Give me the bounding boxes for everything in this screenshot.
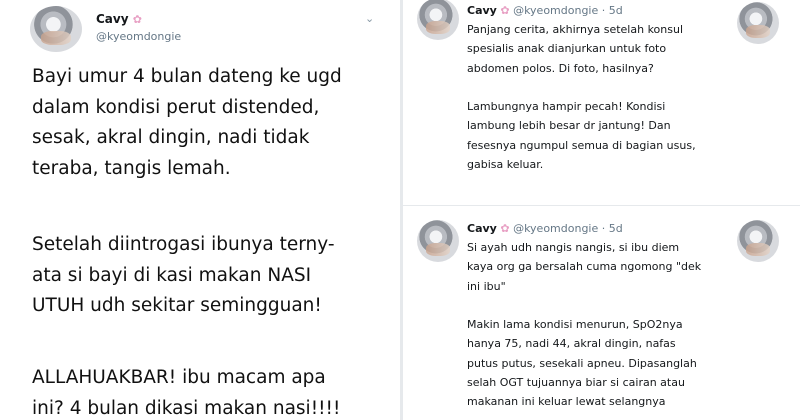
avatar-right[interactable]: [737, 220, 779, 262]
sakura-flower-icon: ✿: [500, 222, 510, 235]
tweet-separator: [403, 205, 800, 206]
user-name[interactable]: Cavy: [467, 4, 497, 17]
dot-separator: ·: [601, 4, 606, 17]
tweet-text-paragraph-1: Bayi umur 4 bulan dateng ke ugd dalam ko…: [32, 66, 342, 179]
user-name[interactable]: Cavy: [467, 222, 497, 235]
thread-tweet-1[interactable]: Cavy ✿ @kyeomdongie · 5d Panjang cerita,…: [403, 0, 800, 210]
user-handle[interactable]: @kyeomdongie: [96, 30, 181, 43]
avatar[interactable]: [417, 220, 459, 262]
dot-separator: ·: [601, 222, 606, 235]
right-thread-panel: Cavy ✿ @kyeomdongie · 5d Panjang cerita,…: [403, 0, 800, 420]
tweet-text: Panjang cerita, akhirnya setelah konsul …: [467, 23, 696, 172]
sakura-flower-icon: ✿: [132, 13, 142, 26]
tweet-text: Si ayah udh nangis nangis, si ibu diem k…: [467, 241, 702, 409]
avatar-right[interactable]: [737, 2, 779, 44]
tweet-text-paragraph-3: ALLAHUAKBAR! ibu macam apa ini? 4 bulan …: [32, 367, 341, 419]
tweet-age[interactable]: 5d: [609, 4, 623, 17]
left-tweet-panel: Cavy ✿ @kyeomdongie ⌄ Bayi umur 4 bulan …: [0, 0, 400, 420]
tweet-header: Cavy ✿ @kyeomdongie · 5d: [467, 4, 623, 17]
user-name[interactable]: Cavy ✿: [96, 12, 142, 26]
sakura-flower-icon: ✿: [500, 4, 510, 17]
thread-tweet-2[interactable]: Cavy ✿ @kyeomdongie · 5d Si ayah udh nan…: [403, 216, 800, 420]
avatar[interactable]: [417, 0, 459, 40]
tweet-age[interactable]: 5d: [609, 222, 623, 235]
chevron-down-icon[interactable]: ⌄: [365, 12, 374, 25]
user-handle[interactable]: @kyeomdongie: [513, 4, 598, 17]
tweet-header: Cavy ✿ @kyeomdongie · 5d: [467, 222, 623, 235]
user-handle[interactable]: @kyeomdongie: [513, 222, 598, 235]
avatar[interactable]: [30, 6, 82, 52]
tweet-text-paragraph-2: Setelah diintrogasi ibunya terny- ata si…: [32, 234, 335, 316]
